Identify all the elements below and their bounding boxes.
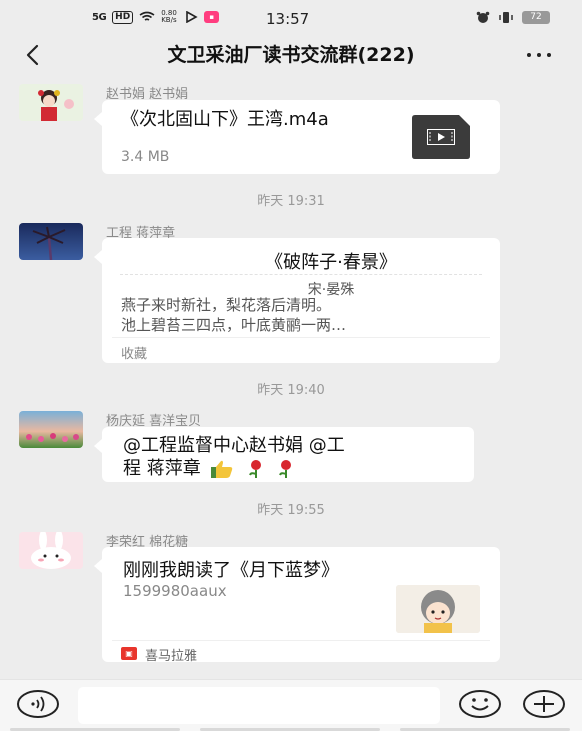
avatar[interactable] [19,411,83,448]
message-input[interactable] [78,687,440,724]
status-icons-left: 5G HD 0.80 KB/s ▪ [92,9,220,24]
avatar-image-icon [19,223,83,260]
note-divider [120,274,482,275]
file-size: 3.4 MB [121,149,170,165]
share-card-subtitle: 1599980aaux [123,582,227,600]
cartoon-girl-icon [396,585,480,633]
note-line: 燕子来时新社，梨花落后清明。 [121,296,332,314]
play-notification-icon [186,11,198,23]
status-icons-right: 72 [476,11,550,24]
avatar-image-icon [19,532,83,569]
signal-icon: 5G [92,11,107,23]
share-card-bubble[interactable]: 刚刚我朗读了《月下蓝梦》 1599980aaux ▣ 喜马拉雅 [94,547,500,664]
video-file-icon [412,115,470,159]
emoji-icon[interactable] [458,689,502,719]
timestamp: 昨天 19:40 [257,383,325,398]
status-bar: 5G HD 0.80 KB/s ▪ 13:57 72 [0,0,582,36]
note-title: 《破阵子·春景》 [265,252,397,273]
share-card-separator [112,640,490,641]
input-bar [0,679,582,731]
note-separator [112,337,490,338]
vibrate-icon [499,12,513,23]
note-source-label: 收藏 [121,347,148,362]
rose-icon [249,460,262,478]
text-bubble[interactable]: @工程监督中心赵书娟 @工 程 蒋萍章 [94,427,474,482]
favorite-note-bubble[interactable]: 《破阵子·春景》 宋·晏殊 燕子来时新社，梨花落后清明。 池上碧苔三四点，叶底黄… [94,238,500,363]
timestamp: 昨天 19:55 [257,503,325,518]
plus-icon[interactable] [522,689,566,719]
timestamp: 昨天 19:31 [257,194,325,209]
message-text-line-2: 程 蒋萍章 [123,458,201,479]
share-card-source: 喜马拉雅 [145,649,198,664]
chat-title: 文卫采油厂读书交流群(222) [167,44,415,66]
note-line: 池上碧苔三四点，叶底黄鹂一两… [121,316,347,334]
avatar-image-icon [19,84,83,121]
battery-icon: 72 [522,11,550,24]
chat-header: 文卫采油厂读书交流群(222) [0,36,582,74]
ximalaya-icon: ▣ [121,647,137,660]
wifi-icon [139,11,155,21]
avatar[interactable] [19,84,83,121]
avatar-image-icon [19,411,83,448]
network-speed: 0.80 KB/s [161,9,177,24]
voice-icon[interactable] [16,689,60,719]
share-card-title: 刚刚我朗读了《月下蓝梦》 [123,560,339,581]
share-card-thumbnail [396,585,480,633]
app-notification-icon: ▪ [204,11,220,23]
file-bubble[interactable]: 《次北固山下》王湾.m4a 3.4 MB [94,100,500,174]
rose-icon [278,460,291,478]
more-icon[interactable] [522,40,556,70]
hd-icon: HD [112,10,134,24]
status-time: 13:57 [266,10,310,28]
file-name: 《次北固山下》王湾.m4a [121,109,329,130]
avatar[interactable] [19,532,83,569]
thumbs-up-icon [211,460,233,478]
alarm-icon [476,11,490,23]
message-text-line: 程 蒋萍章 [123,454,296,480]
avatar[interactable] [19,223,83,260]
